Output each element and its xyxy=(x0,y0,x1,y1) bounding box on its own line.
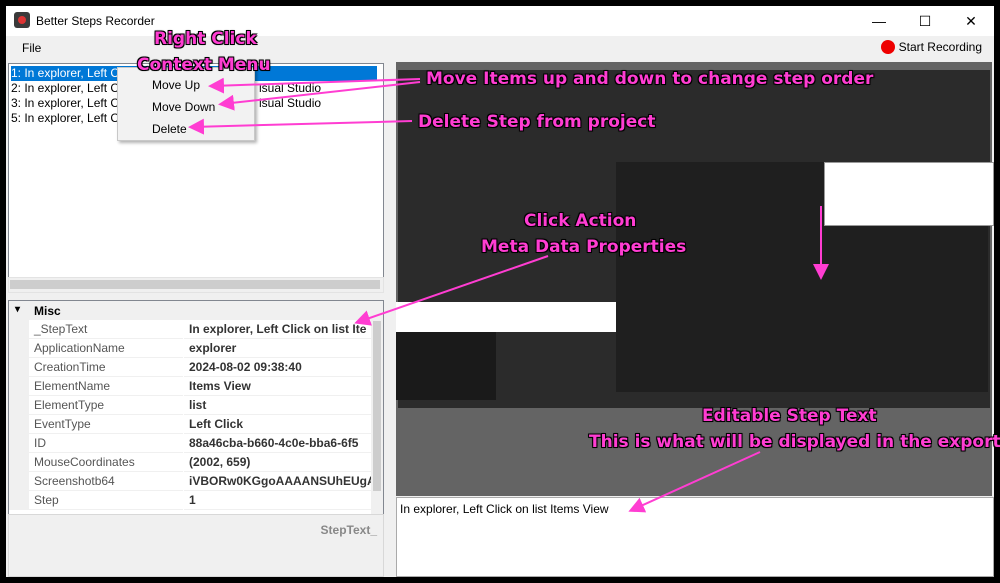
property-value[interactable]: Items View xyxy=(184,377,371,396)
property-row[interactable]: ApplicationName explorer xyxy=(9,339,371,358)
property-value[interactable]: Left Click xyxy=(184,415,371,434)
step-label: 3: In explorer, Left C xyxy=(11,96,120,110)
property-grid[interactable]: ▾ Misc _StepText In explorer, Left Click … xyxy=(8,300,384,515)
annotation-export: This is what will be displayed in the ex… xyxy=(589,432,1000,452)
start-recording-label: Start Recording xyxy=(898,40,982,54)
scrollbar-thumb[interactable] xyxy=(373,321,381,491)
property-description: StepText_ xyxy=(8,514,384,577)
app-icon xyxy=(14,12,30,28)
property-grid-scrollbar[interactable] xyxy=(371,301,383,514)
screenshot-panel xyxy=(396,302,616,332)
annotation-meta-data: Meta Data Properties xyxy=(481,237,687,257)
property-row[interactable]: Screenshotb64 iVBORw0KGgoAAAANSUhEUgA xyxy=(9,472,371,491)
close-button[interactable]: ✕ xyxy=(948,6,994,36)
annotation-delete-step: Delete Step from project xyxy=(418,112,656,132)
property-value[interactable]: 1 xyxy=(184,491,371,510)
property-value[interactable]: In explorer, Left Click on list Ite xyxy=(184,320,371,339)
property-name: MouseCoordinates xyxy=(9,453,183,472)
annotation-editable: Editable Step Text xyxy=(702,406,877,426)
property-value[interactable]: 88a46cba-b660-4c0e-bba6-6f5 xyxy=(184,434,371,453)
window-title: Better Steps Recorder xyxy=(36,14,155,28)
step-label-suffix: isual Studio xyxy=(259,96,322,110)
step-label: 5: In explorer, Left C xyxy=(11,111,120,125)
description-label: StepText_ xyxy=(320,523,377,537)
step-item[interactable]: 3: In explorer, Left C isual Studio xyxy=(11,96,321,111)
property-value[interactable]: iVBORw0KGgoAAAANSUhEUgA xyxy=(184,472,371,491)
minimize-button[interactable]: — xyxy=(856,6,902,36)
step-label-suffix: isual Studio xyxy=(259,81,322,95)
menu-item-delete[interactable]: Delete xyxy=(152,122,187,136)
property-row[interactable]: _StepText In explorer, Left Click on list… xyxy=(9,320,371,339)
property-row[interactable]: EventType Left Click xyxy=(9,415,371,434)
property-row[interactable]: ElementType list xyxy=(9,396,371,415)
context-menu: Move Up Move Down Delete xyxy=(117,67,255,141)
property-row[interactable]: Step 1 xyxy=(9,491,371,510)
step-text-value[interactable]: In explorer, Left Click on list Items Vi… xyxy=(400,502,609,516)
menu-item-move-down[interactable]: Move Down xyxy=(152,100,215,114)
property-name: ElementType xyxy=(9,396,183,415)
screenshot-nav xyxy=(396,332,496,400)
property-value[interactable]: (2002, 659) xyxy=(184,453,371,472)
step-item[interactable]: 2: In explorer, Left C isual Studio xyxy=(11,81,321,96)
step-text-editor[interactable]: In explorer, Left Click on list Items Vi… xyxy=(396,497,994,577)
record-icon xyxy=(880,40,895,54)
annotation-move-items: Move Items up and down to change step or… xyxy=(426,69,874,89)
start-recording-button[interactable]: Start Recording xyxy=(880,40,982,54)
property-row[interactable]: MouseCoordinates (2002, 659) xyxy=(9,453,371,472)
scrollbar-thumb[interactable] xyxy=(10,280,380,289)
property-name: ID xyxy=(9,434,183,453)
property-value[interactable]: 2024-08-02 09:38:40 xyxy=(184,358,371,377)
property-name: Step xyxy=(9,491,183,510)
annotation-context-menu: Context Menu xyxy=(137,55,271,75)
property-value[interactable]: list xyxy=(184,396,371,415)
step-item[interactable]: 5: In explorer, Left C xyxy=(11,111,119,126)
screenshot-dialog xyxy=(824,162,994,226)
app-window: Better Steps Recorder — ☐ ✕ File Start R… xyxy=(6,6,994,577)
property-name: Screenshotb64 xyxy=(9,472,183,491)
property-name: EventType xyxy=(9,415,183,434)
property-row[interactable]: ID 88a46cba-b660-4c0e-bba6-6f5 xyxy=(9,434,371,453)
annotation-click-action: Click Action xyxy=(524,211,637,231)
property-name: _StepText xyxy=(9,320,183,339)
category-label: Misc xyxy=(34,304,61,318)
property-category[interactable]: ▾ Misc xyxy=(9,301,383,320)
step-label: 1: In explorer, Left Cli xyxy=(11,66,125,80)
maximize-button[interactable]: ☐ xyxy=(902,6,948,36)
property-row[interactable]: ElementName Items View xyxy=(9,377,371,396)
property-row[interactable]: CreationTime 2024-08-02 09:38:40 xyxy=(9,358,371,377)
property-name: ApplicationName xyxy=(9,339,183,358)
property-name: CreationTime xyxy=(9,358,183,377)
step-label: 2: In explorer, Left C xyxy=(11,81,120,95)
property-name: ElementName xyxy=(9,377,183,396)
annotation-right-click: Right Click xyxy=(154,29,257,49)
step-list-scrollbar[interactable] xyxy=(8,277,384,293)
collapse-chevron-icon[interactable]: ▾ xyxy=(15,304,20,315)
property-value[interactable]: explorer xyxy=(184,339,371,358)
menu-item-move-up[interactable]: Move Up xyxy=(152,78,200,92)
menu-file[interactable]: File xyxy=(22,41,41,55)
